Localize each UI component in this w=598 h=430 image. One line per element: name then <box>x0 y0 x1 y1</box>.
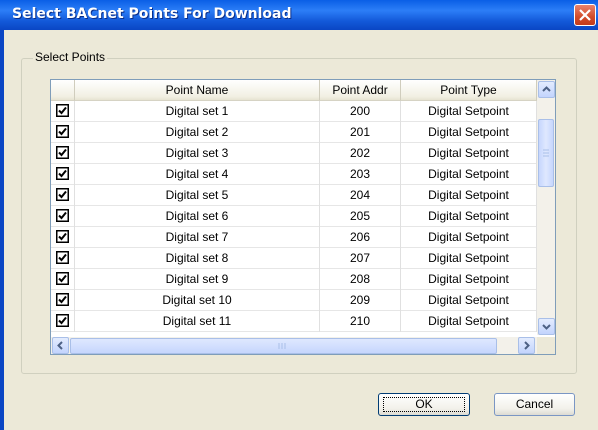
cancel-button[interactable]: Cancel <box>494 393 575 416</box>
arrow-left-icon <box>57 341 63 350</box>
ok-button[interactable]: OK <box>378 393 470 416</box>
vertical-scrollbar[interactable] <box>537 80 555 335</box>
cell-point-type: Digital Setpoint <box>401 122 537 143</box>
cell-checkbox <box>51 143 75 164</box>
horizontal-scroll-thumb[interactable] <box>70 338 497 354</box>
window-title: Select BACnet Points For Download <box>12 6 292 22</box>
scroll-up-button[interactable] <box>538 81 555 98</box>
arrow-up-icon <box>542 86 551 92</box>
grip-icon <box>278 343 286 349</box>
horizontal-scrollbar[interactable] <box>51 337 537 354</box>
checkbox-checked-icon[interactable] <box>56 293 69 306</box>
cell-checkbox <box>51 206 75 227</box>
cell-point-name: Digital set 8 <box>75 248 320 269</box>
cell-checkbox <box>51 227 75 248</box>
window-border <box>0 30 4 430</box>
list-header: Point Name Point Addr Point Type <box>51 80 537 101</box>
cell-point-type: Digital Setpoint <box>401 311 537 332</box>
cell-point-type: Digital Setpoint <box>401 143 537 164</box>
points-list[interactable]: Point Name Point Addr Point Type Digital… <box>50 79 556 355</box>
cell-point-type: Digital Setpoint <box>401 185 537 206</box>
arrow-right-icon <box>524 341 530 350</box>
cell-point-name: Digital set 7 <box>75 227 320 248</box>
cell-point-addr: 201 <box>320 122 401 143</box>
column-header-point-name[interactable]: Point Name <box>75 80 320 101</box>
cell-checkbox <box>51 248 75 269</box>
table-row[interactable]: Digital set 3 202 Digital Setpoint <box>51 143 537 164</box>
table-row[interactable]: Digital set 6 205 Digital Setpoint <box>51 206 537 227</box>
cell-point-name: Digital set 9 <box>75 269 320 290</box>
cell-point-name: Digital set 11 <box>75 311 320 332</box>
cell-checkbox <box>51 101 75 122</box>
cell-point-addr: 209 <box>320 290 401 311</box>
arrow-down-icon <box>542 324 551 330</box>
cell-point-addr: 206 <box>320 227 401 248</box>
checkbox-checked-icon[interactable] <box>56 230 69 243</box>
close-button[interactable] <box>574 4 596 26</box>
cell-checkbox <box>51 122 75 143</box>
cell-point-name: Digital set 6 <box>75 206 320 227</box>
cell-point-addr: 205 <box>320 206 401 227</box>
cell-checkbox <box>51 311 75 332</box>
checkbox-checked-icon[interactable] <box>56 125 69 138</box>
cell-point-type: Digital Setpoint <box>401 227 537 248</box>
table-row[interactable]: Digital set 5 204 Digital Setpoint <box>51 185 537 206</box>
table-row[interactable]: Digital set 4 203 Digital Setpoint <box>51 164 537 185</box>
cell-point-type: Digital Setpoint <box>401 206 537 227</box>
checkbox-checked-icon[interactable] <box>56 188 69 201</box>
table-row[interactable]: Digital set 1 200 Digital Setpoint <box>51 101 537 122</box>
scroll-left-button[interactable] <box>52 337 69 354</box>
checkbox-checked-icon[interactable] <box>56 209 69 222</box>
cell-point-type: Digital Setpoint <box>401 164 537 185</box>
close-icon <box>579 9 591 21</box>
cell-checkbox <box>51 164 75 185</box>
cell-point-type: Digital Setpoint <box>401 290 537 311</box>
column-header-point-type[interactable]: Point Type <box>401 80 537 101</box>
table-row[interactable]: Digital set 7 206 Digital Setpoint <box>51 227 537 248</box>
cell-point-addr: 210 <box>320 311 401 332</box>
cell-point-type: Digital Setpoint <box>401 269 537 290</box>
cell-point-addr: 203 <box>320 164 401 185</box>
cell-point-name: Digital set 4 <box>75 164 320 185</box>
focus-rect <box>383 397 465 412</box>
checkbox-checked-icon[interactable] <box>56 167 69 180</box>
column-header-check[interactable] <box>51 80 75 101</box>
cell-point-type: Digital Setpoint <box>401 248 537 269</box>
cell-point-addr: 207 <box>320 248 401 269</box>
checkbox-checked-icon[interactable] <box>56 251 69 264</box>
cell-point-name: Digital set 3 <box>75 143 320 164</box>
checkbox-checked-icon[interactable] <box>56 314 69 327</box>
cell-checkbox <box>51 269 75 290</box>
title-bar[interactable]: Select BACnet Points For Download <box>0 0 598 30</box>
checkbox-checked-icon[interactable] <box>56 104 69 117</box>
cell-point-type: Digital Setpoint <box>401 101 537 122</box>
scroll-down-button[interactable] <box>538 318 555 335</box>
checkbox-checked-icon[interactable] <box>56 146 69 159</box>
cell-point-addr: 200 <box>320 101 401 122</box>
cancel-label: Cancel <box>515 397 554 411</box>
vertical-scroll-thumb[interactable] <box>538 119 554 187</box>
cell-point-name: Digital set 5 <box>75 185 320 206</box>
table-row[interactable]: Digital set 11 210 Digital Setpoint <box>51 311 537 332</box>
cell-point-name: Digital set 2 <box>75 122 320 143</box>
cell-checkbox <box>51 185 75 206</box>
cell-checkbox <box>51 290 75 311</box>
cell-point-addr: 204 <box>320 185 401 206</box>
cell-point-addr: 202 <box>320 143 401 164</box>
grip-icon <box>543 149 549 157</box>
table-row[interactable]: Digital set 8 207 Digital Setpoint <box>51 248 537 269</box>
column-header-point-addr[interactable]: Point Addr <box>320 80 401 101</box>
scrollbar-corner <box>537 337 555 354</box>
cell-point-name: Digital set 10 <box>75 290 320 311</box>
table-row[interactable]: Digital set 10 209 Digital Setpoint <box>51 290 537 311</box>
table-row[interactable]: Digital set 2 201 Digital Setpoint <box>51 122 537 143</box>
table-row[interactable]: Digital set 9 208 Digital Setpoint <box>51 269 537 290</box>
checkbox-checked-icon[interactable] <box>56 272 69 285</box>
scroll-right-button[interactable] <box>518 337 535 354</box>
cell-point-name: Digital set 1 <box>75 101 320 122</box>
cell-point-addr: 208 <box>320 269 401 290</box>
group-label: Select Points <box>33 50 108 64</box>
